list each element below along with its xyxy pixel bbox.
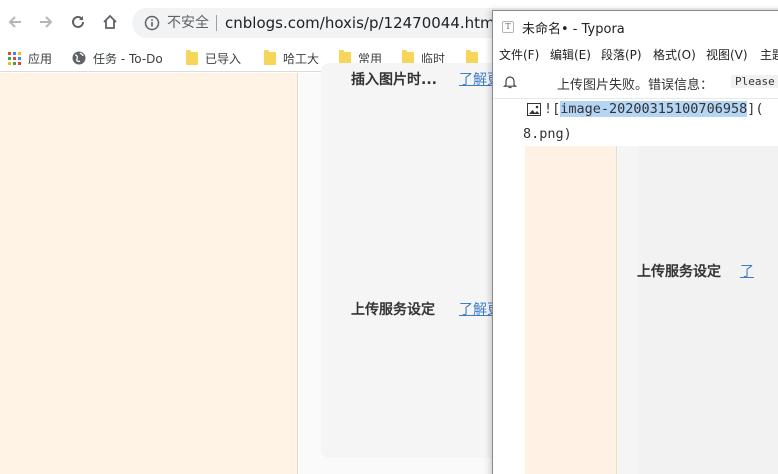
bookmark-apps[interactable]: 应用	[8, 49, 52, 67]
page-sidebar	[0, 73, 298, 474]
back-arrow-icon	[8, 16, 21, 28]
menu-format[interactable]: 格式(O)	[653, 46, 696, 63]
preview-card	[638, 146, 778, 474]
selected-image-name[interactable]: image-20200315100706958	[560, 101, 748, 117]
reload-button[interactable]	[68, 12, 88, 32]
back-button[interactable]	[5, 12, 25, 32]
home-icon	[103, 14, 117, 29]
bookmark-label: 哈工大	[283, 51, 320, 66]
upload-service-heading: 上传服务设定	[351, 302, 435, 318]
image-icon	[527, 103, 541, 116]
bookmark-label: 应用	[28, 51, 53, 66]
reload-icon	[72, 15, 84, 28]
typora-menubar: 文件(F) 编辑(E) 段落(P) 格式(O) 视图(V) 主题	[493, 41, 778, 65]
forward-button[interactable]	[36, 12, 56, 32]
markdown-prefix: ![	[544, 101, 561, 117]
typora-editor[interactable]: ![image-20200315100706958]( 8.png) 上传服务设…	[493, 99, 778, 474]
folder-icon	[264, 49, 276, 65]
typora-logo-icon: T	[502, 21, 514, 33]
bookmark-folder-imported[interactable]: 已导入	[186, 49, 241, 67]
insert-image-heading: 插入图片时...	[351, 72, 437, 88]
notice-error-code: Please	[731, 75, 778, 88]
markdown-image-line[interactable]: ![image-20200315100706958](	[544, 100, 763, 119]
preview-sidebar	[525, 146, 617, 474]
globe-icon	[72, 51, 86, 65]
upload-error-notice: 上传图片失败。错误信息： Please	[493, 65, 778, 99]
bookmark-label: 已导入	[205, 51, 242, 66]
notice-message: 上传图片失败。错误信息：	[557, 78, 714, 93]
typora-window: T 未命名• - Typora 文件(F) 编辑(E) 段落(P) 格式(O) …	[492, 10, 778, 474]
window-title: 未命名• - Typora	[522, 22, 625, 37]
url-text[interactable]: cnblogs.com/hoxis/p/12470044.html	[225, 13, 499, 33]
markdown-suffix: ](	[747, 101, 764, 117]
bookmark-folder-hit[interactable]: 哈工大	[264, 49, 319, 67]
screen: 不安全 cnblogs.com/hoxis/p/12470044.html 应用…	[0, 0, 778, 474]
bookmark-todo[interactable]: 任务 - To-Do	[72, 49, 163, 67]
markdown-image-line-continued[interactable]: 8.png)	[523, 125, 572, 144]
folder-icon	[186, 49, 198, 65]
bookmark-label: 任务 - To-Do	[93, 51, 163, 66]
menu-view[interactable]: 视图(V)	[706, 46, 748, 63]
forward-arrow-icon	[40, 16, 53, 28]
home-button[interactable]	[100, 12, 120, 32]
omnibox-divider	[216, 15, 217, 31]
menu-file[interactable]: 文件(F)	[499, 46, 539, 63]
menu-theme[interactable]: 主题	[760, 46, 778, 63]
preview-upload-heading: 上传服务设定	[637, 264, 721, 280]
bell-icon	[503, 76, 517, 89]
preview-main	[618, 146, 778, 474]
security-status-label[interactable]: 不安全	[167, 14, 209, 32]
settings-card	[321, 63, 501, 458]
preview-learn-more-link: 了	[740, 264, 754, 280]
image-preview	[525, 146, 778, 474]
menu-edit[interactable]: 编辑(E)	[550, 46, 591, 63]
info-icon[interactable]	[144, 15, 160, 31]
apps-grid-icon	[8, 51, 21, 65]
typora-title-bar[interactable]: T 未命名• - Typora	[493, 11, 778, 41]
menu-paragraph[interactable]: 段落(P)	[601, 46, 642, 63]
